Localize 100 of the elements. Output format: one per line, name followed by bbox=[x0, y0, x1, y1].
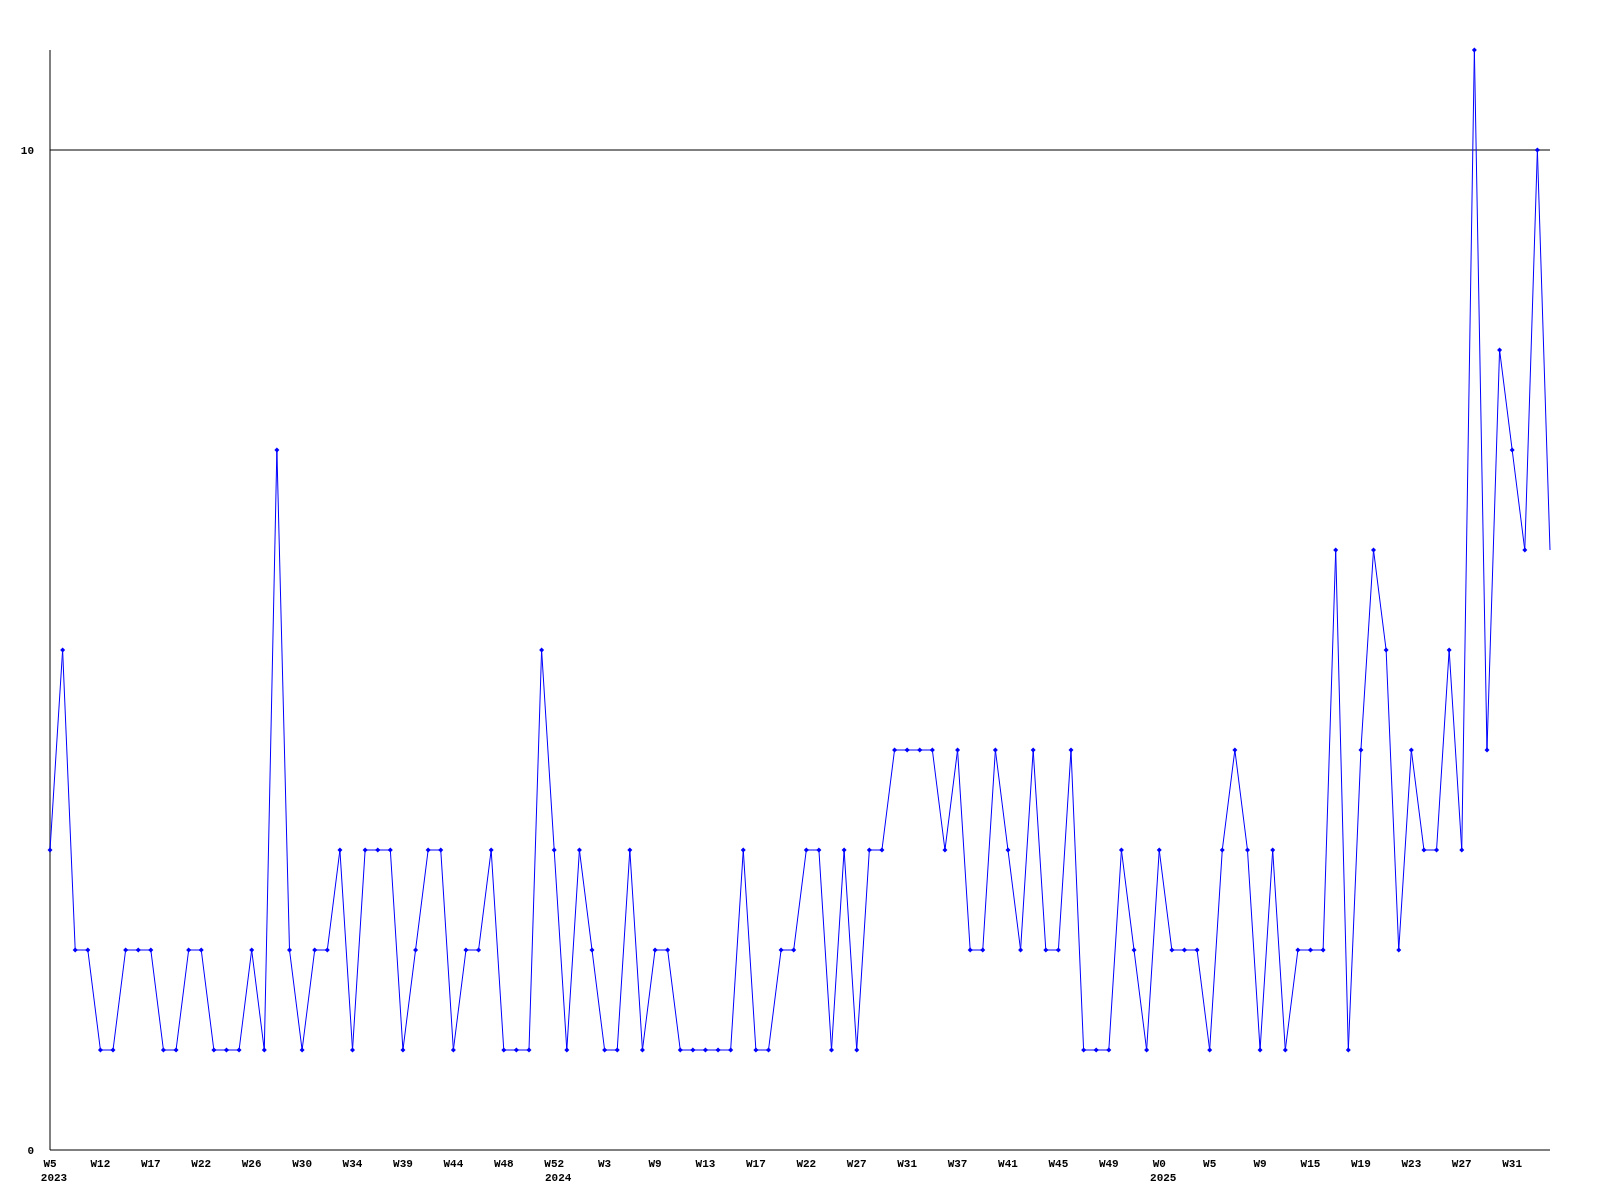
data-point bbox=[211, 1047, 217, 1053]
data-point bbox=[1194, 947, 1200, 953]
data-point bbox=[261, 1047, 267, 1053]
data-point bbox=[1497, 347, 1503, 353]
data-point bbox=[186, 947, 192, 953]
data-point bbox=[866, 847, 872, 853]
data-point bbox=[148, 947, 154, 953]
data-point bbox=[1257, 1047, 1263, 1053]
data-point bbox=[803, 847, 809, 853]
data-point bbox=[400, 1047, 406, 1053]
x-tick-label: W45 bbox=[1048, 1158, 1069, 1170]
data-point bbox=[1333, 547, 1339, 553]
data-point bbox=[967, 947, 973, 953]
data-point bbox=[1093, 1047, 1099, 1053]
data-point bbox=[249, 947, 255, 953]
data-point bbox=[350, 1047, 355, 1053]
x-tick-label: W12 bbox=[90, 1158, 111, 1170]
data-point bbox=[450, 1047, 456, 1053]
x-tick-label: W34 bbox=[342, 1158, 363, 1170]
x-tick-label: W22 bbox=[796, 1158, 817, 1170]
x-tick-label: W31 bbox=[1502, 1158, 1523, 1170]
data-point bbox=[1509, 447, 1515, 453]
data-point bbox=[1245, 847, 1250, 853]
data-point bbox=[879, 847, 885, 853]
data-point bbox=[551, 847, 557, 853]
data-point bbox=[299, 1047, 305, 1053]
data-point bbox=[992, 747, 998, 753]
data-point bbox=[526, 1047, 532, 1053]
y-tick-label: 0 bbox=[27, 1145, 34, 1157]
data-point bbox=[312, 947, 318, 953]
x-tick-label: W48 bbox=[493, 1158, 514, 1170]
data-point bbox=[690, 1047, 696, 1053]
data-point bbox=[1358, 747, 1364, 753]
x-tick-label: W5 2023 bbox=[40, 1158, 68, 1184]
data-point bbox=[753, 1047, 759, 1053]
data-point bbox=[324, 947, 330, 953]
x-tick-label: W19 bbox=[1351, 1158, 1371, 1170]
data-point bbox=[589, 947, 595, 953]
x-tick-label: W31 bbox=[897, 1158, 918, 1170]
data-point bbox=[413, 947, 419, 953]
x-tick-label: W0 2025 bbox=[1150, 1158, 1177, 1184]
data-point bbox=[1118, 847, 1124, 853]
data-point bbox=[1484, 747, 1490, 753]
data-point bbox=[1144, 1047, 1150, 1053]
data-point bbox=[602, 1047, 608, 1053]
data-point bbox=[854, 1047, 860, 1053]
x-tick-label: W17 bbox=[140, 1158, 161, 1170]
x-tick-label: W17 bbox=[746, 1158, 766, 1170]
data-point bbox=[110, 1047, 116, 1053]
x-tick-label: W26 bbox=[241, 1158, 262, 1170]
data-point bbox=[362, 847, 368, 853]
data-point bbox=[1005, 847, 1011, 853]
data-point bbox=[539, 647, 545, 653]
data-point bbox=[1030, 747, 1036, 753]
x-tick-label: W49 bbox=[1098, 1158, 1119, 1170]
x-tick-label: W52 2024 bbox=[544, 1158, 572, 1184]
data-point bbox=[1106, 1047, 1112, 1053]
data-point bbox=[47, 847, 53, 853]
data-point bbox=[1018, 947, 1024, 953]
data-point bbox=[425, 847, 431, 853]
x-tick-label: W5 bbox=[1203, 1158, 1217, 1170]
data-point bbox=[955, 747, 961, 753]
x-tick-label: W41 bbox=[998, 1158, 1018, 1170]
data-point bbox=[778, 947, 784, 953]
data-point bbox=[1421, 847, 1427, 853]
data-point bbox=[97, 1047, 103, 1053]
data-point bbox=[791, 947, 797, 953]
x-tick-label: W44 bbox=[443, 1158, 464, 1170]
data-point bbox=[929, 747, 935, 753]
data-point bbox=[1383, 647, 1389, 653]
x-tick-label: W30 bbox=[292, 1158, 312, 1170]
x-tick-label: W3 bbox=[598, 1158, 612, 1170]
data-point bbox=[614, 1047, 620, 1053]
data-point bbox=[476, 947, 482, 953]
data-point bbox=[1345, 1047, 1351, 1053]
data-point bbox=[123, 947, 129, 953]
data-point bbox=[766, 1047, 771, 1053]
data-point bbox=[841, 847, 847, 853]
data-point bbox=[1043, 947, 1049, 953]
x-tick-label: W9 bbox=[648, 1158, 662, 1170]
data-point bbox=[1408, 747, 1414, 753]
data-point bbox=[1396, 947, 1402, 953]
data-point bbox=[387, 847, 393, 853]
data-point bbox=[223, 1047, 229, 1053]
data-point bbox=[1459, 847, 1465, 853]
data-point bbox=[1270, 847, 1276, 853]
data-point bbox=[287, 947, 292, 953]
data-point bbox=[627, 847, 633, 853]
x-tick-label: W22 bbox=[191, 1158, 212, 1170]
data-point bbox=[715, 1047, 721, 1053]
data-point bbox=[816, 847, 822, 853]
data-point bbox=[1471, 47, 1477, 53]
data-point bbox=[60, 647, 66, 653]
data-point bbox=[173, 1047, 179, 1053]
data-point bbox=[1308, 947, 1313, 953]
data-point bbox=[917, 747, 923, 753]
data-point bbox=[677, 1047, 683, 1053]
x-tick-label: W37 bbox=[947, 1158, 968, 1170]
x-tick-label: W39 bbox=[393, 1158, 413, 1170]
data-point bbox=[1434, 847, 1440, 853]
